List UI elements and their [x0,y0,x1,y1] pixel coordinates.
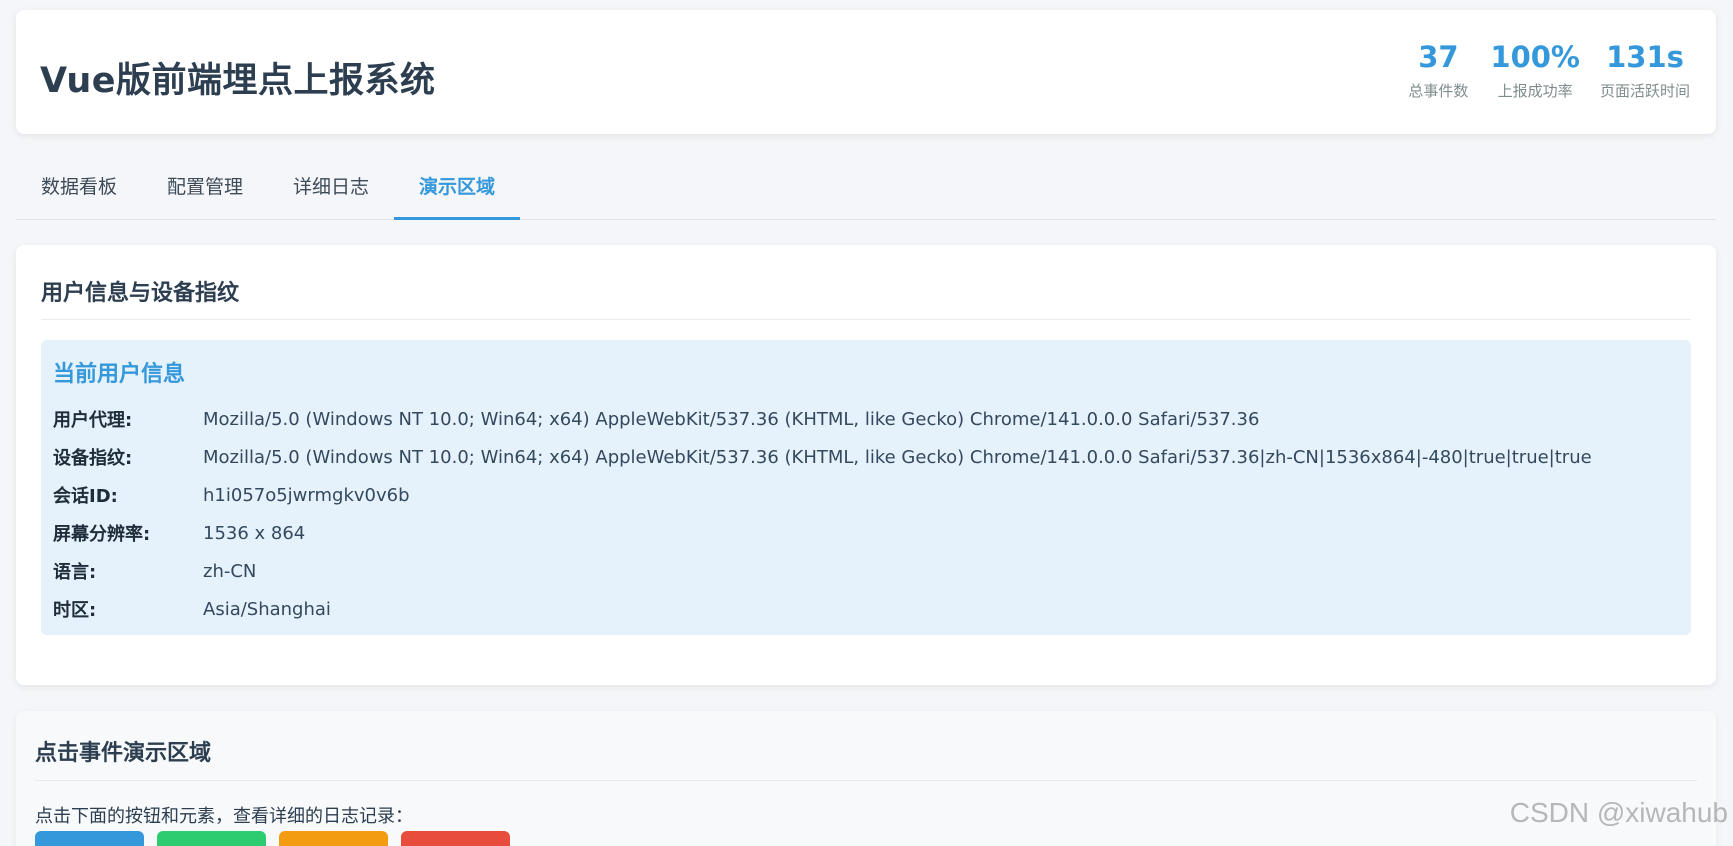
app-header: Vue版前端埋点上报系统 37 总事件数 100% 上报成功率 131s 页面活… [16,10,1716,134]
divider [41,319,1691,320]
info-label: 设备指纹: [53,448,133,469]
tab-dashboard[interactable]: 数据看板 [16,164,142,220]
info-row-resolution: 屏幕分辨率: 1536 x 864 [53,514,1592,552]
csdn-watermark: CSDN @xiwahub [1509,797,1728,828]
info-box-title: 当前用户信息 [53,362,186,387]
info-row-user-agent: 用户代理: Mozilla/5.0 (Windows NT 10.0; Win6… [53,400,1592,438]
info-value: Mozilla/5.0 (Windows NT 10.0; Win64; x64… [203,408,1260,430]
info-rows: 用户代理: Mozilla/5.0 (Windows NT 10.0; Win6… [53,400,1592,628]
demo-button-red[interactable] [401,831,510,846]
demo-button-orange[interactable] [279,831,388,846]
info-value: Mozilla/5.0 (Windows NT 10.0; Win64; x64… [203,446,1592,468]
app-title: Vue版前端埋点上报系统 [40,61,436,101]
tab-logs[interactable]: 详细日志 [268,164,394,220]
stat-label: 上报成功率 [1497,82,1573,100]
info-value: zh-CN [203,560,257,582]
demo-button-blue[interactable] [35,831,144,846]
stat-active-time: 131s 页面活跃时间 [1600,40,1690,101]
info-row-session-id: 会话ID: h1i057o5jwrmgkv0v6b [53,476,1592,514]
info-label: 会话ID: [53,486,118,507]
info-label: 用户代理: [53,410,133,431]
stat-value: 100% [1490,40,1580,74]
info-value: 1536 x 864 [203,522,306,544]
tab-bar: 数据看板 配置管理 详细日志 演示区域 [16,164,1716,220]
card-title: 用户信息与设备指纹 [41,281,240,306]
user-info-card: 用户信息与设备指纹 当前用户信息 用户代理: Mozilla/5.0 (Wind… [16,245,1716,685]
info-value: Asia/Shanghai [203,598,331,620]
stat-value: 37 [1418,40,1459,74]
demo-button-row [35,831,510,846]
info-label: 时区: [53,600,97,621]
info-row-fingerprint: 设备指纹: Mozilla/5.0 (Windows NT 10.0; Win6… [53,438,1592,476]
stat-total-events: 37 总事件数 [1406,40,1470,101]
card-title: 点击事件演示区域 [35,741,212,766]
stats-summary: 37 总事件数 100% 上报成功率 131s 页面活跃时间 [1406,40,1690,101]
info-value: h1i057o5jwrmgkv0v6b [203,484,410,506]
info-label: 屏幕分辨率: [53,524,151,545]
click-demo-description: 点击下面的按钮和元素，查看详细的日志记录： [35,806,413,827]
stat-label: 总事件数 [1408,82,1469,100]
stat-success-rate: 100% 上报成功率 [1490,40,1580,101]
info-row-language: 语言: zh-CN [53,552,1592,590]
stat-label: 页面活跃时间 [1599,82,1690,100]
info-label: 语言: [53,562,97,583]
demo-button-green[interactable] [157,831,266,846]
user-info-box: 当前用户信息 用户代理: Mozilla/5.0 (Windows NT 10.… [41,340,1691,635]
divider [35,780,1697,781]
stat-value: 131s [1606,40,1684,74]
tab-demo[interactable]: 演示区域 [394,164,521,220]
info-row-timezone: 时区: Asia/Shanghai [53,590,1592,628]
click-demo-card: 点击事件演示区域 点击下面的按钮和元素，查看详细的日志记录： [16,711,1716,846]
tab-config[interactable]: 配置管理 [142,164,268,220]
